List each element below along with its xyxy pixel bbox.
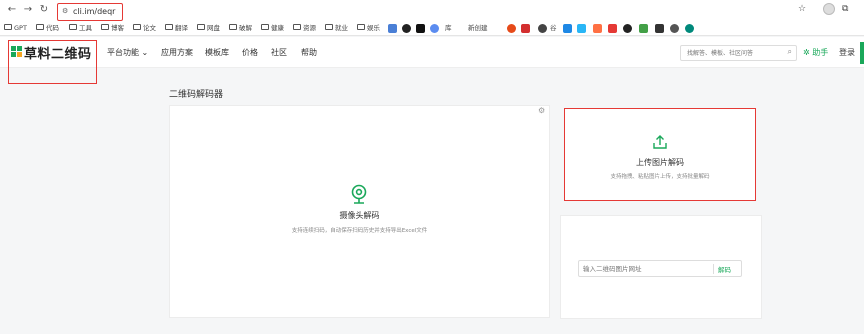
bookmark-folder[interactable]: 资源 — [293, 22, 316, 35]
folder-icon — [69, 24, 77, 30]
nav-pricing[interactable]: 价格 — [242, 47, 258, 58]
decode-button[interactable]: 解码 — [718, 264, 731, 274]
bookmark-site-icon[interactable] — [507, 24, 516, 33]
bookmark-star-icon[interactable]: ☆ — [798, 4, 806, 14]
bookmark-folder[interactable]: 娱乐 — [357, 22, 380, 35]
bookmark-site-icon[interactable] — [430, 24, 439, 33]
site-search-box[interactable]: ⌕ — [680, 45, 797, 61]
search-icon[interactable]: ⌕ — [788, 47, 792, 57]
bookmark-link[interactable]: 新创建 — [468, 22, 488, 35]
bookmark-site-icon[interactable] — [577, 24, 586, 33]
nav-solutions[interactable]: 应用方案 — [161, 47, 193, 58]
upload-image-desc: 支持拖拽、粘贴图片上传，支持批量解码 — [610, 174, 710, 180]
bookmark-folder[interactable]: 网盘 — [197, 22, 220, 35]
folder-icon — [293, 24, 301, 30]
bookmark-folder[interactable]: 翻译 — [165, 22, 188, 35]
bookmark-link[interactable]: 库 — [445, 22, 452, 35]
folder-icon — [165, 24, 173, 30]
bookmark-site-icon[interactable] — [670, 24, 679, 33]
bookmark-site-icon[interactable] — [402, 24, 411, 33]
bookmark-site-icon[interactable] — [388, 24, 397, 33]
bookmark-site-icon[interactable] — [521, 24, 530, 33]
bookmark-folder[interactable]: 破解 — [229, 22, 252, 35]
browser-toolbar: ← → ↻ ⚙ cli.im/deqr ☆ ⧉ — [0, 0, 864, 21]
bookmark-site-icon[interactable] — [685, 24, 694, 33]
bookmark-site-icon[interactable] — [563, 24, 572, 33]
back-icon[interactable]: ← — [5, 3, 19, 17]
folder-icon — [357, 24, 365, 30]
image-url-input[interactable] — [583, 264, 711, 274]
bookmark-folder[interactable]: 代码 — [36, 22, 59, 35]
folder-icon — [229, 24, 237, 30]
folder-icon — [36, 24, 44, 30]
bookmarks-bar: GPT 代码 工具 博客 论文 翻译 网盘 破解 健康 资源 就业 娱乐 库 新… — [0, 21, 864, 36]
bookmark-site-icon[interactable] — [623, 24, 632, 33]
folder-icon — [197, 24, 205, 30]
login-link[interactable]: 登录 — [839, 47, 855, 58]
logo-text[interactable]: 草料二维码 — [24, 43, 92, 62]
upload-image-title: 上传图片解码 — [636, 158, 684, 167]
bookmark-folder[interactable]: 就业 — [325, 22, 348, 35]
bookmark-site-icon[interactable] — [593, 24, 602, 33]
nav-help[interactable]: 帮助 — [301, 47, 317, 58]
forward-icon[interactable]: → — [21, 3, 35, 17]
divider — [713, 264, 714, 274]
nav-platform-features[interactable]: 平台功能 ⌄ — [107, 47, 148, 58]
folder-icon — [101, 24, 109, 30]
nav-community[interactable]: 社区 — [271, 47, 287, 58]
folder-icon — [133, 24, 141, 30]
site-info-icon[interactable]: ⚙ — [62, 7, 68, 15]
bookmark-folder[interactable]: 论文 — [133, 22, 156, 35]
bookmark-folder[interactable]: GPT — [4, 22, 27, 35]
profile-avatar[interactable] — [823, 3, 835, 15]
site-search-input[interactable] — [687, 48, 782, 59]
address-bar[interactable]: ⚙ cli.im/deqr — [57, 3, 123, 21]
logo-icon[interactable] — [11, 46, 22, 57]
bookmark-folder[interactable]: 健康 — [261, 22, 284, 35]
settings-gear-icon[interactable]: ⚙ — [538, 106, 545, 115]
extensions-icon[interactable]: ⧉ — [842, 4, 848, 14]
webcam-icon — [351, 184, 367, 204]
signup-button-edge[interactable] — [860, 42, 864, 64]
reload-icon[interactable]: ↻ — [37, 3, 51, 17]
bookmark-site-icon[interactable] — [538, 24, 547, 33]
bookmark-site-icon[interactable] — [416, 24, 425, 33]
camera-decode-title: 摄像头解码 — [339, 211, 380, 220]
image-url-field[interactable]: 解码 — [578, 260, 742, 277]
folder-icon — [4, 24, 12, 30]
nav-templates[interactable]: 模板库 — [205, 47, 229, 58]
folder-icon — [261, 24, 269, 30]
bookmark-folder[interactable]: 工具 — [69, 22, 92, 35]
upload-icon — [653, 135, 667, 149]
assistant-button[interactable]: ✲ 助手 — [803, 47, 828, 58]
bookmark-site-icon[interactable] — [639, 24, 648, 33]
bookmark-site-icon[interactable] — [608, 24, 617, 33]
chevron-down-icon: ⌄ — [141, 48, 149, 57]
bookmark-site-icon[interactable] — [655, 24, 664, 33]
folder-icon — [325, 24, 333, 30]
bookmark-folder[interactable]: 博客 — [101, 22, 124, 35]
assistant-icon: ✲ — [803, 48, 810, 57]
upload-image-panel[interactable] — [564, 108, 756, 201]
url-text: cli.im/deqr — [73, 7, 116, 16]
camera-decode-desc: 支持连续扫码，自动保存扫码历史并支持导出Excel文件 — [291, 228, 428, 234]
page-title: 二维码解码器 — [169, 90, 224, 100]
bookmark-link[interactable]: 谷 — [550, 22, 557, 35]
